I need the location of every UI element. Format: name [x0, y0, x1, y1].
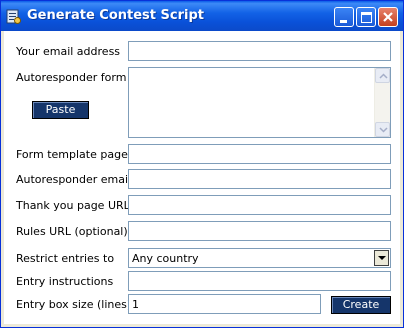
- title-bar[interactable]: Generate Contest Script: [1, 1, 403, 31]
- rules-url-field[interactable]: [128, 221, 391, 241]
- create-button[interactable]: Create: [331, 296, 391, 314]
- chevron-down-icon: [379, 127, 388, 133]
- instructions-label: Entry instructions: [16, 275, 114, 288]
- chevron-up-icon: [379, 73, 388, 79]
- close-button[interactable]: [378, 7, 398, 27]
- template-field[interactable]: [128, 144, 391, 164]
- dialog-window: Generate Contest Script Your email addre…: [0, 0, 404, 328]
- chevron-down-icon: [378, 256, 386, 260]
- rules-label: Rules URL (optional): [16, 225, 128, 238]
- scroll-up-button[interactable]: [375, 68, 390, 83]
- minimize-icon: [340, 20, 347, 23]
- close-icon: [383, 12, 393, 22]
- email-label: Your email address: [16, 45, 121, 58]
- autoresponder-form-label: Autoresponder form: [16, 71, 127, 84]
- scroll-down-button[interactable]: [375, 122, 390, 137]
- paste-button[interactable]: Paste: [32, 101, 89, 119]
- thankyou-label: Thank you page URL: [16, 199, 130, 212]
- textarea-scrollbar[interactable]: [374, 68, 390, 137]
- thankyou-url-field[interactable]: [128, 195, 391, 215]
- restrict-label: Restrict entries to: [16, 252, 115, 265]
- maximize-button[interactable]: [356, 7, 376, 27]
- email-field[interactable]: [128, 41, 391, 61]
- restrict-select-value: Any country: [132, 252, 199, 265]
- window-title: Generate Contest Script: [27, 8, 204, 23]
- form-panel: Your email address Autoresponder form Pa…: [4, 31, 400, 324]
- autoresponder-email-label: Autoresponder email: [16, 173, 132, 186]
- instructions-field[interactable]: [128, 271, 391, 291]
- maximize-icon: [361, 12, 372, 23]
- dropdown-button[interactable]: [374, 250, 389, 266]
- autoresponder-email-field[interactable]: [128, 169, 391, 189]
- app-icon: [6, 9, 21, 24]
- restrict-select[interactable]: Any country: [128, 248, 391, 268]
- boxsize-field[interactable]: 1: [128, 294, 321, 314]
- autoresponder-form-textarea[interactable]: [128, 67, 391, 138]
- boxsize-value: 1: [132, 298, 139, 311]
- minimize-button[interactable]: [334, 7, 354, 27]
- boxsize-label: Entry box size (lines): [16, 298, 132, 311]
- template-label: Form template page: [16, 148, 128, 161]
